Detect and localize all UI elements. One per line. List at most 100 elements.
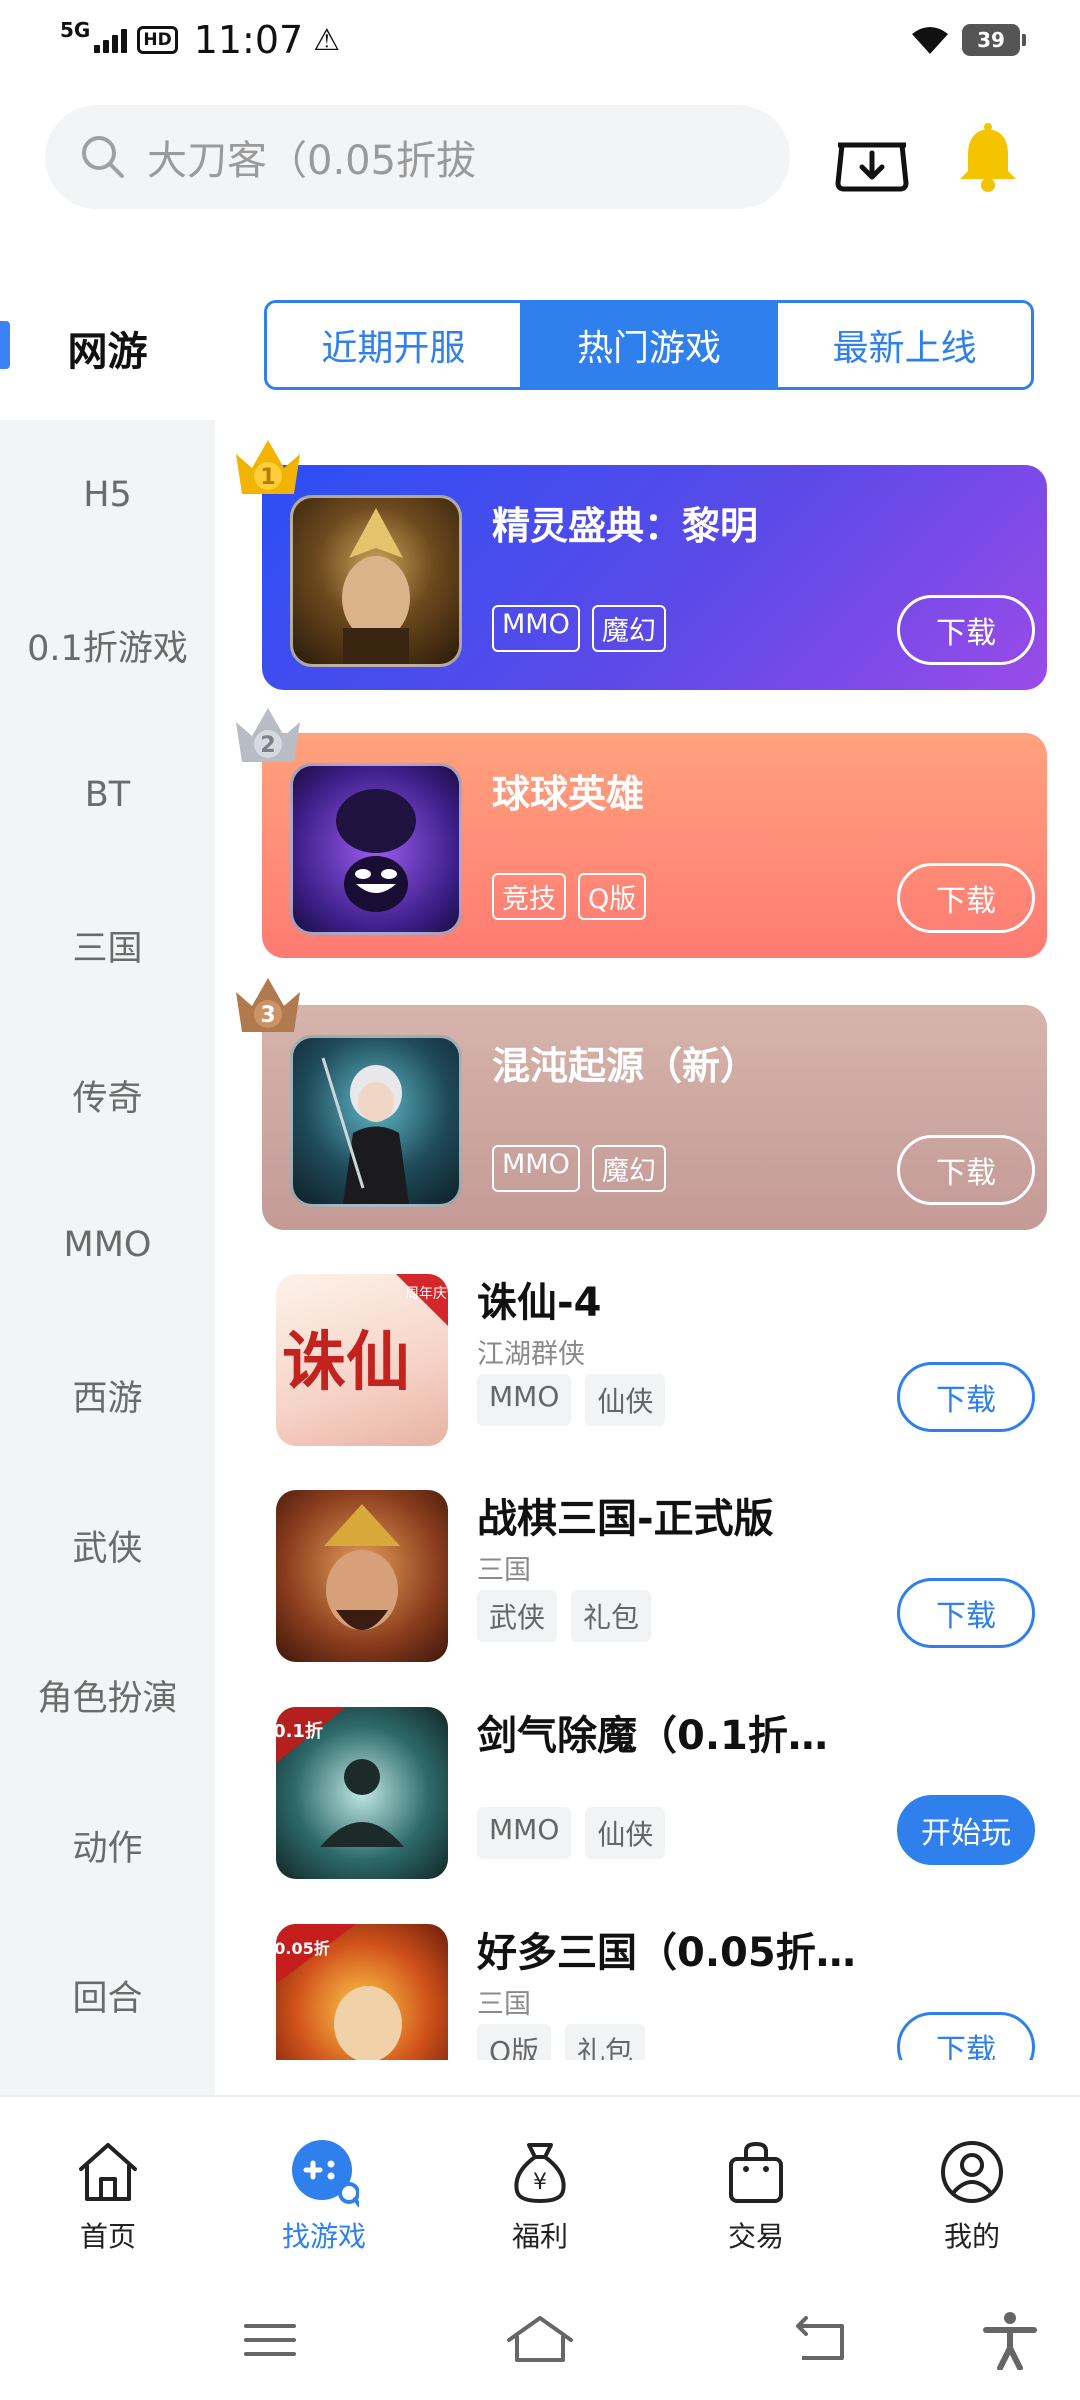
hero-art-icon: 0.05折 bbox=[276, 1924, 402, 2060]
warning-icon: ⚠ bbox=[313, 22, 341, 58]
status-bar: 5G HD 11:07 ⚠ 39 bbox=[0, 0, 1080, 84]
tag: 礼包 bbox=[571, 1590, 652, 1642]
game-icon bbox=[290, 1035, 462, 1207]
warrior-art-icon bbox=[342, 508, 410, 664]
tag-list: MMO 仙侠 bbox=[477, 1374, 666, 1426]
svg-text:周年庆: 周年庆 bbox=[405, 1286, 447, 1302]
game-title: 好多三国（0.05折… bbox=[477, 1930, 856, 1976]
download-manager-button[interactable] bbox=[832, 118, 912, 198]
bottom-nav: 首页 找游戏 ¥ 福利 交易 我的 bbox=[0, 2095, 1080, 2280]
home-icon bbox=[79, 2143, 137, 2201]
nav-welfare[interactable]: ¥ 福利 bbox=[432, 2097, 648, 2280]
download-button[interactable]: 下载 bbox=[897, 1578, 1035, 1648]
game-icon: 诛仙 周年庆 bbox=[276, 1274, 448, 1446]
sidebar-item-three-kingdoms[interactable]: 三国 bbox=[0, 870, 215, 1020]
tag: 仙侠 bbox=[585, 1374, 666, 1426]
list-item[interactable]: 战棋三国-正式版 三国 武侠 礼包 下载 bbox=[262, 1478, 1047, 1678]
featured-card[interactable]: 球球英雄 竞技 Q版 下载 bbox=[262, 733, 1047, 958]
game-icon: 0.1折 bbox=[276, 1707, 448, 1879]
tag: 魔幻 bbox=[591, 1145, 666, 1192]
home-system-icon[interactable] bbox=[505, 2310, 575, 2370]
sidebar-item-mmo[interactable]: MMO bbox=[0, 1170, 215, 1320]
rank-1-crown-icon: 1 bbox=[236, 440, 300, 494]
tag: 竞技 bbox=[492, 873, 566, 920]
tag: Q版 bbox=[578, 873, 647, 920]
tag-list: 竞技 Q版 bbox=[492, 873, 647, 920]
tab-recent-servers[interactable]: 近期开服 bbox=[267, 303, 520, 387]
search-icon bbox=[82, 136, 124, 178]
play-button[interactable]: 开始玩 bbox=[897, 1795, 1035, 1865]
monster-art-icon bbox=[336, 789, 416, 912]
sidebar-item-rpg[interactable]: 角色扮演 bbox=[0, 1620, 215, 1770]
tag-list: MMO 魔幻 bbox=[492, 1145, 666, 1192]
tag: MMO bbox=[492, 605, 580, 652]
download-button[interactable]: 下载 bbox=[897, 595, 1035, 665]
tab-hot-games[interactable]: 热门游戏 bbox=[519, 303, 776, 387]
download-button[interactable]: 下载 bbox=[897, 1362, 1035, 1432]
game-title: 诛仙-4 bbox=[477, 1280, 602, 1326]
sidebar-item-bt[interactable]: BT bbox=[0, 720, 215, 870]
tag: MMO bbox=[492, 1145, 580, 1192]
menu-icon[interactable] bbox=[240, 2310, 300, 2370]
game-icon bbox=[290, 763, 462, 935]
profile-icon bbox=[941, 2141, 1003, 2203]
download-tray-icon bbox=[835, 142, 909, 192]
game-icon bbox=[276, 1490, 448, 1662]
nav-label: 福利 bbox=[511, 2220, 568, 2253]
download-button[interactable]: 下载 bbox=[897, 863, 1035, 933]
heroine-art-icon bbox=[321, 1057, 409, 1204]
tab-new-releases[interactable]: 最新上线 bbox=[775, 303, 1031, 387]
wifi-icon bbox=[912, 27, 948, 54]
list-item[interactable]: 0.05折 好多三国（0.05折… 三国 Q版 礼包 下载 bbox=[262, 1912, 1047, 2060]
tag: Q版 bbox=[477, 2024, 552, 2060]
download-button[interactable]: 下载 bbox=[897, 1135, 1035, 1205]
general-art-icon bbox=[324, 1504, 400, 1630]
sidebar-item-journey-west[interactable]: 西游 bbox=[0, 1320, 215, 1470]
featured-card[interactable]: 精灵盛典：黎明 MMO 魔幻 下载 bbox=[262, 465, 1047, 690]
nav-find-game[interactable]: 找游戏 bbox=[216, 2097, 432, 2280]
notification-button[interactable] bbox=[948, 118, 1028, 198]
status-right: 39 bbox=[910, 24, 1026, 56]
svg-text:¥: ¥ bbox=[533, 2170, 547, 2195]
game-subtitle: 江湖群侠 bbox=[477, 1339, 585, 1370]
tag: 魔幻 bbox=[591, 605, 666, 652]
featured-card[interactable]: 混沌起源（新） MMO 魔幻 下载 bbox=[262, 1005, 1047, 1230]
sidebar-item-h5[interactable]: H5 bbox=[0, 420, 215, 570]
meditating-warrior-art-icon: 0.1折 bbox=[276, 1707, 404, 1847]
network-label: 5G bbox=[60, 18, 91, 42]
back-icon[interactable] bbox=[790, 2310, 850, 2370]
game-title: 战棋三国-正式版 bbox=[477, 1496, 774, 1542]
tag: 武侠 bbox=[477, 1590, 558, 1642]
sidebar-item-action[interactable]: 动作 bbox=[0, 1770, 215, 1920]
tag: MMO bbox=[477, 1374, 572, 1426]
list-item[interactable]: 诛仙 周年庆 诛仙-4 江湖群侠 MMO 仙侠 下载 bbox=[262, 1262, 1047, 1462]
svg-text:3: 3 bbox=[260, 1003, 275, 1028]
svg-text:1: 1 bbox=[260, 465, 275, 490]
shopping-bag-icon bbox=[729, 2141, 783, 2203]
sidebar-item-discount[interactable]: 0.1折游戏 bbox=[0, 570, 215, 720]
category-active[interactable]: 网游 bbox=[0, 305, 215, 395]
nav-home[interactable]: 首页 bbox=[0, 2097, 216, 2280]
money-bag-icon: ¥ bbox=[514, 2143, 566, 2203]
game-title: 剑气除魔（0.1折… bbox=[477, 1713, 828, 1759]
search-input[interactable]: 大刀客（0.05折拔 bbox=[45, 105, 790, 209]
battery-icon: 39 bbox=[962, 24, 1026, 56]
nav-label: 找游戏 bbox=[281, 2220, 366, 2253]
list-item[interactable]: 0.1折 剑气除魔（0.1折… MMO 仙侠 开始玩 bbox=[262, 1695, 1047, 1895]
nav-profile[interactable]: 我的 bbox=[864, 2097, 1080, 2280]
game-subtitle: 三国 bbox=[477, 1989, 531, 2020]
zhuxian-art-icon: 诛仙 周年庆 bbox=[282, 1274, 448, 1400]
tag: 仙侠 bbox=[585, 1807, 666, 1859]
system-nav-bar bbox=[0, 2280, 1080, 2400]
game-subtitle: 三国 bbox=[477, 1555, 531, 1586]
sidebar-item-wuxia[interactable]: 武侠 bbox=[0, 1470, 215, 1620]
nav-trade[interactable]: 交易 bbox=[648, 2097, 864, 2280]
tag: 礼包 bbox=[565, 2024, 646, 2060]
download-button[interactable]: 下载 bbox=[897, 2012, 1035, 2060]
sidebar-item-legend[interactable]: 传奇 bbox=[0, 1020, 215, 1170]
bell-icon bbox=[960, 123, 1016, 192]
list-clip: 0.05折 好多三国（0.05折… 三国 Q版 礼包 下载 bbox=[0, 1900, 1080, 2060]
accessibility-icon[interactable] bbox=[980, 2310, 1040, 2370]
svg-text:0.1折: 0.1折 bbox=[276, 1720, 323, 1742]
tag-list: MMO 魔幻 bbox=[492, 605, 666, 652]
